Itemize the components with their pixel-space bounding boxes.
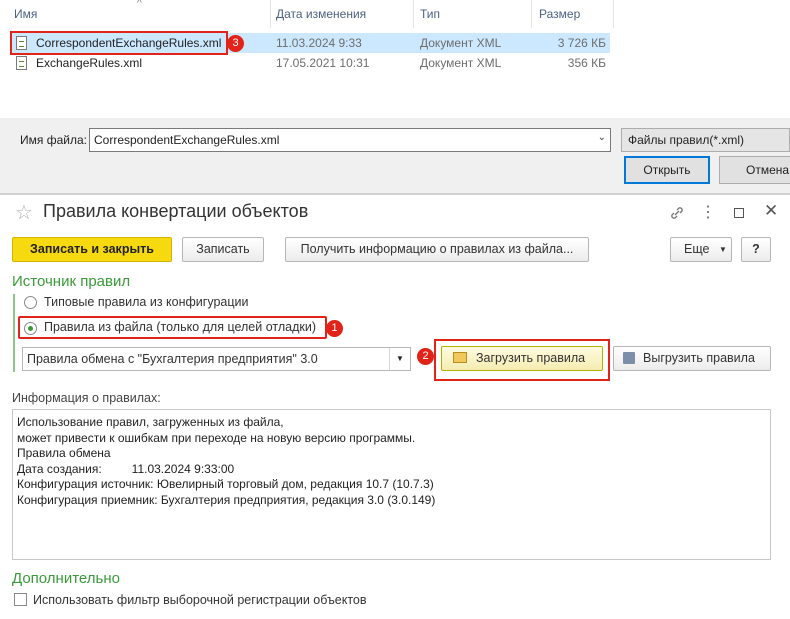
help-button[interactable]: ? (741, 237, 771, 262)
column-header-date[interactable]: Дата изменения (276, 0, 366, 28)
save-and-close-button[interactable]: Записать и закрыть (12, 237, 172, 262)
section-bar (13, 294, 15, 372)
file-size: 3 726 КБ (557, 36, 606, 50)
rules-select-value: Правила обмена с "Бухгалтерия предприяти… (27, 352, 318, 366)
info-line: Конфигурация приемник: Бухгалтерия предп… (17, 492, 436, 507)
rules-select[interactable]: Правила обмена с "Бухгалтерия предприяти… (22, 347, 411, 371)
more-label: Еще (684, 242, 710, 256)
info-line: может привести к ошибкам при переходе на… (17, 430, 416, 445)
chevron-down-icon[interactable]: ⌄ (598, 132, 606, 143)
save-button[interactable]: Записать (182, 237, 264, 262)
file-date: 17.05.2021 10:31 (276, 56, 370, 70)
file-type: Документ XML (420, 36, 502, 50)
source-section-title: Источник правил (12, 273, 131, 290)
info-line: Правила обмена (17, 446, 111, 460)
highlight-frame (10, 31, 228, 55)
link-icon[interactable] (669, 205, 685, 221)
chevron-down-icon: ▼ (719, 245, 727, 254)
more-vertical-icon[interactable]: ⋮ (700, 202, 716, 222)
step-badge-1: 1 (326, 320, 343, 337)
close-icon[interactable]: ✕ (764, 201, 778, 221)
column-divider[interactable] (270, 0, 271, 28)
column-divider[interactable] (413, 0, 414, 28)
radio-config-rules[interactable] (24, 296, 37, 309)
favorite-star-icon[interactable]: ☆ (15, 200, 33, 225)
info-line: Использование правил, загруженных из фай… (17, 415, 284, 429)
file-open-dialog: ^ Имя Дата изменения Тип Размер Correspo… (0, 0, 790, 195)
xml-file-icon (16, 56, 27, 70)
column-header-type[interactable]: Тип (420, 0, 440, 28)
column-header-size[interactable]: Размер (539, 0, 580, 28)
file-size: 356 КБ (567, 56, 606, 70)
file-date: 11.03.2024 9:33 (276, 36, 362, 50)
filename-label: Имя файла: (20, 133, 87, 147)
more-button[interactable]: Еще ▼ (670, 237, 732, 262)
column-header-name[interactable]: Имя (14, 0, 37, 28)
dialog-bottom-edge (0, 193, 790, 195)
highlight-frame (18, 316, 327, 339)
file-type: Документ XML (420, 56, 502, 70)
step-badge-3: 3 (227, 35, 244, 52)
rules-info-textarea[interactable]: Использование правил, загруженных из фай… (12, 409, 771, 560)
filename-input[interactable]: CorrespondentExchangeRules.xml ⌄ (89, 128, 611, 152)
unload-rules-button[interactable]: Выгрузить правила (613, 346, 771, 371)
file-list: ^ Имя Дата изменения Тип Размер Correspo… (0, 0, 790, 118)
filter-value: Файлы правил(*.xml) (628, 133, 745, 147)
step-badge-2: 2 (417, 348, 434, 365)
info-line: Конфигурация источник: Ювелирный торговы… (17, 477, 434, 491)
column-divider[interactable] (613, 0, 614, 28)
extra-section-title: Дополнительно (12, 570, 120, 587)
open-button[interactable]: Открыть (624, 156, 710, 184)
load-rules-button[interactable]: Загрузить правила (441, 346, 603, 371)
get-rules-info-button[interactable]: Получить информацию о правилах из файла.… (285, 237, 589, 262)
chevron-down-icon[interactable]: ▼ (389, 348, 410, 370)
unload-rules-label: Выгрузить правила (643, 351, 755, 365)
filter-checkbox-label: Использовать фильтр выборочной регистрац… (33, 593, 367, 607)
radio-config-label: Типовые правила из конфигурации (44, 295, 249, 309)
rules-info-label: Информация о правилах: (12, 391, 161, 405)
info-line: Дата создания: 11.03.2024 9:33:00 (17, 461, 235, 476)
file-name: ExchangeRules.xml (36, 56, 143, 70)
cancel-button[interactable]: Отмена (719, 156, 790, 184)
folder-icon (453, 352, 467, 363)
maximize-icon[interactable] (734, 208, 744, 218)
save-disk-icon (623, 352, 635, 364)
file-row[interactable]: ExchangeRules.xml 17.05.2021 10:31 Докум… (10, 53, 610, 73)
load-rules-label: Загрузить правила (476, 351, 586, 365)
file-type-filter[interactable]: Файлы правил(*.xml) (621, 128, 790, 152)
column-divider[interactable] (531, 0, 532, 28)
sort-arrow-icon: ^ (137, 0, 142, 9)
form-title: Правила конвертации объектов (43, 201, 309, 221)
filter-checkbox[interactable] (14, 593, 27, 606)
filename-value: CorrespondentExchangeRules.xml (94, 133, 280, 147)
